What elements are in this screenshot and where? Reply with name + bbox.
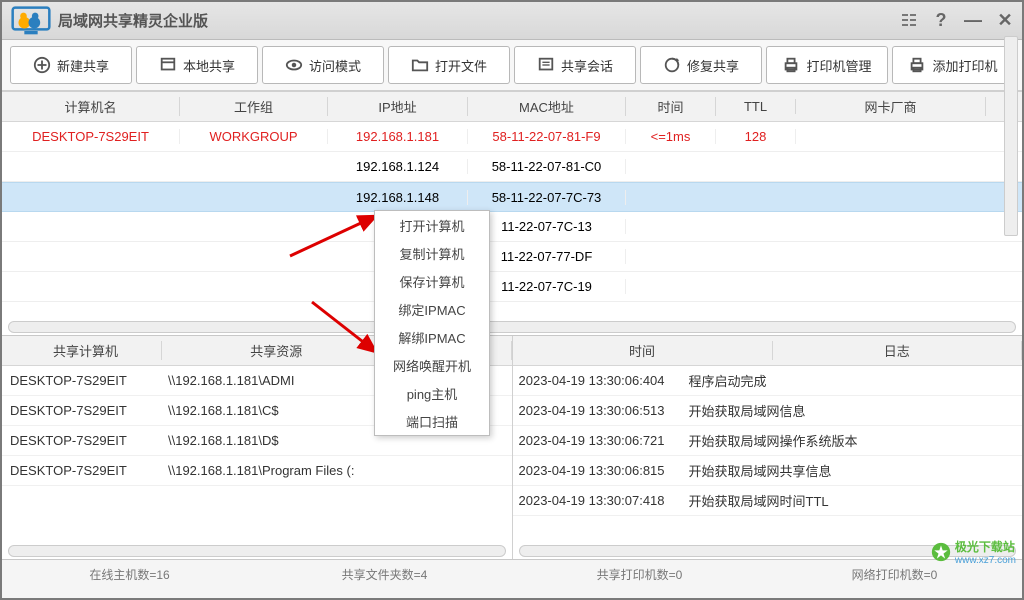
context-menu-item[interactable]: 端口扫描 <box>375 407 489 435</box>
col-mac[interactable]: MAC地址 <box>468 97 626 116</box>
list-item[interactable]: 2023-04-19 13:30:06:721开始获取局域网操作系统版本 <box>513 426 1023 456</box>
window-controls: ? — ✕ <box>898 10 1016 32</box>
grid-body[interactable]: DESKTOP-7S29EITWORKGROUP192.168.1.18158-… <box>2 122 1022 319</box>
list-item[interactable]: 2023-04-19 13:30:07:418开始获取局域网时间TTL <box>513 486 1023 516</box>
printer-manage-button[interactable]: 打印机管理 <box>766 46 888 84</box>
context-menu-item[interactable]: 打开计算机 <box>375 211 489 239</box>
close-icon[interactable]: ✕ <box>994 10 1016 32</box>
list-item[interactable]: 2023-04-19 13:30:06:513开始获取局域网信息 <box>513 396 1023 426</box>
status-folders: 共享文件夹数=4 <box>257 566 512 583</box>
log-col-time[interactable]: 时间 <box>513 341 773 360</box>
list-item[interactable]: 2023-04-19 13:30:06:815开始获取局域网共享信息 <box>513 456 1023 486</box>
col-workgroup[interactable]: 工作组 <box>180 97 328 116</box>
app-logo-icon <box>8 4 54 38</box>
access-mode-button[interactable]: 访问模式 <box>262 46 384 84</box>
share-session-button[interactable]: 共享会话 <box>514 46 636 84</box>
context-menu-item[interactable]: 绑定IPMAC <box>375 295 489 323</box>
context-menu-item[interactable]: 复制计算机 <box>375 239 489 267</box>
context-menu[interactable]: 打开计算机复制计算机保存计算机绑定IPMAC解绑IPMAC网络唤醒开机ping主… <box>374 210 490 436</box>
table-row[interactable]: DESKTOP-7S29EITWORKGROUP192.168.1.18158-… <box>2 122 1022 152</box>
computer-grid: 计算机名 工作组 IP地址 MAC地址 时间 TTL 网卡厂商 DESKTOP-… <box>2 91 1022 335</box>
status-netprinters: 网络打印机数=0 <box>767 566 1022 583</box>
local-share-button[interactable]: 本地共享 <box>136 46 258 84</box>
context-menu-item[interactable]: 解绑IPMAC <box>375 323 489 351</box>
app-window: 局域网共享精灵企业版 ? — ✕ 新建共享 本地共享 访问模式 打开文件 共享会… <box>0 0 1024 600</box>
list-item[interactable]: DESKTOP-7S29EIT\\192.168.1.181\Program F… <box>2 456 512 486</box>
context-menu-item[interactable]: 保存计算机 <box>375 267 489 295</box>
col-vendor[interactable]: 网卡厂商 <box>796 97 986 116</box>
add-printer-button[interactable]: 添加打印机 <box>892 46 1014 84</box>
table-row[interactable]: 1911-22-07-7C-19 <box>2 272 1022 302</box>
status-printers: 共享打印机数=0 <box>512 566 767 583</box>
context-menu-item[interactable]: 网络唤醒开机 <box>375 351 489 379</box>
toolbar: 新建共享 本地共享 访问模式 打开文件 共享会话 修复共享 打印机管理 添加打印… <box>2 40 1022 91</box>
menu-icon[interactable] <box>898 10 920 32</box>
share-col-host[interactable]: 共享计算机 <box>2 341 162 360</box>
grid-vscroll[interactable] <box>1004 91 1018 236</box>
watermark-url: www.xz7.com <box>955 555 1016 566</box>
new-share-button[interactable]: 新建共享 <box>10 46 132 84</box>
help-icon[interactable]: ? <box>930 10 952 32</box>
repair-share-button[interactable]: 修复共享 <box>640 46 762 84</box>
minimize-icon[interactable]: — <box>962 10 984 32</box>
grid-header: 计算机名 工作组 IP地址 MAC地址 时间 TTL 网卡厂商 <box>2 92 1022 122</box>
table-row[interactable]: 192.168.1.12458-11-22-07-81-C0 <box>2 152 1022 182</box>
share-hscroll[interactable] <box>8 545 506 557</box>
annotation-arrow-1 <box>290 210 386 259</box>
status-hosts: 在线主机数=16 <box>2 566 257 583</box>
table-row[interactable]: 1911-22-07-7C-13 <box>2 212 1022 242</box>
bottom-panels: 共享计算机 共享资源 共享类型 DESKTOP-7S29EIT\\192.168… <box>2 335 1022 559</box>
context-menu-item[interactable]: ping主机 <box>375 379 489 407</box>
watermark-brand: 极光下载站 <box>955 538 1016 555</box>
col-ip[interactable]: IP地址 <box>328 97 468 116</box>
col-computer[interactable]: 计算机名 <box>2 97 180 116</box>
log-body[interactable]: 2023-04-19 13:30:06:404程序启动完成2023-04-19 … <box>513 366 1023 543</box>
col-ttl[interactable]: TTL <box>716 99 796 114</box>
table-row[interactable]: 1911-22-07-77-DF <box>2 242 1022 272</box>
titlebar: 局域网共享精灵企业版 ? — ✕ <box>2 2 1022 40</box>
grid-hscroll[interactable] <box>8 321 1016 333</box>
log-panel: 时间 日志 2023-04-19 13:30:06:404程序启动完成2023-… <box>512 336 1023 559</box>
list-item[interactable]: 2023-04-19 13:30:06:404程序启动完成 <box>513 366 1023 396</box>
table-row[interactable]: 192.168.1.14858-11-22-07-7C-73 <box>2 182 1022 212</box>
watermark: 极光下载站 www.xz7.com <box>931 538 1016 566</box>
app-title: 局域网共享精灵企业版 <box>58 10 898 31</box>
open-file-button[interactable]: 打开文件 <box>388 46 510 84</box>
log-col-msg[interactable]: 日志 <box>773 341 1023 360</box>
statusbar: 在线主机数=16 共享文件夹数=4 共享打印机数=0 网络打印机数=0 <box>2 559 1022 589</box>
col-time[interactable]: 时间 <box>626 97 716 116</box>
